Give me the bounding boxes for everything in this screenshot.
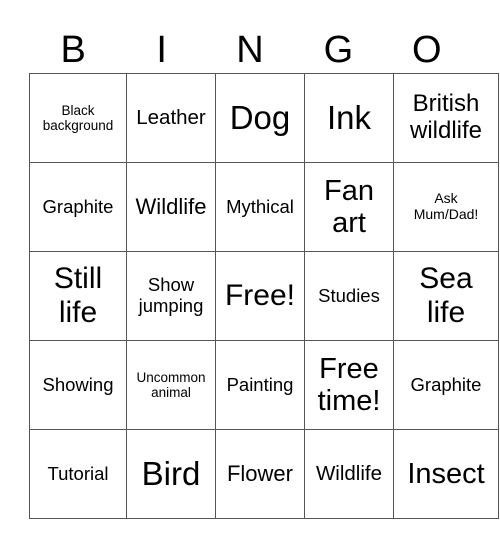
bingo-cell[interactable]: Still life	[29, 251, 127, 341]
bingo-cell[interactable]: Leather	[126, 73, 216, 163]
grid-row: Graphite Wildlife Mythical Fan art Ask M…	[29, 162, 499, 252]
grid-row: Black background Leather Dog Ink British…	[29, 73, 499, 163]
header-letter-i: I	[156, 29, 167, 71]
bingo-cell[interactable]: Insect	[393, 429, 499, 519]
bingo-cell[interactable]: Studies	[304, 251, 394, 341]
grid-row: Showing Uncommon animal Painting Free ti…	[29, 340, 499, 430]
bingo-cell[interactable]: Bird	[126, 429, 216, 519]
bingo-header: B I N G O	[29, 26, 471, 74]
bingo-cell[interactable]: Free time!	[304, 340, 394, 430]
bingo-cell[interactable]: British wildlife	[393, 73, 499, 163]
bingo-cell[interactable]: Ink	[304, 73, 394, 163]
header-letter-g: G	[323, 29, 354, 71]
bingo-cell[interactable]: Black background	[29, 73, 127, 163]
bingo-cell[interactable]: Wildlife	[126, 162, 216, 252]
bingo-cell[interactable]: Uncommon animal	[126, 340, 216, 430]
bingo-cell[interactable]: Mythical	[215, 162, 305, 252]
bingo-cell[interactable]: Show jumping	[126, 251, 216, 341]
bingo-cell[interactable]: Fan art	[304, 162, 394, 252]
bingo-cell[interactable]: Sea life	[393, 251, 499, 341]
bingo-cell[interactable]: Dog	[215, 73, 305, 163]
bingo-cell[interactable]: Ask Mum/Dad!	[393, 162, 499, 252]
grid-row: Still life Show jumping Free! Studies Se…	[29, 251, 499, 341]
bingo-cell[interactable]: Free!	[215, 251, 305, 341]
bingo-cell[interactable]: Flower	[215, 429, 305, 519]
bingo-grid: Black background Leather Dog Ink British…	[29, 73, 499, 519]
grid-row: Tutorial Bird Flower Wildlife Insect	[29, 429, 499, 519]
bingo-cell[interactable]: Showing	[29, 340, 127, 430]
bingo-cell[interactable]: Graphite	[29, 162, 127, 252]
bingo-cell[interactable]: Tutorial	[29, 429, 127, 519]
header-letter-o: O	[412, 29, 442, 71]
bingo-cell[interactable]: Painting	[215, 340, 305, 430]
bingo-cell[interactable]: Wildlife	[304, 429, 394, 519]
header-letter-b: B	[60, 29, 86, 71]
bingo-cell[interactable]: Graphite	[393, 340, 499, 430]
header-letter-n: N	[236, 29, 264, 71]
